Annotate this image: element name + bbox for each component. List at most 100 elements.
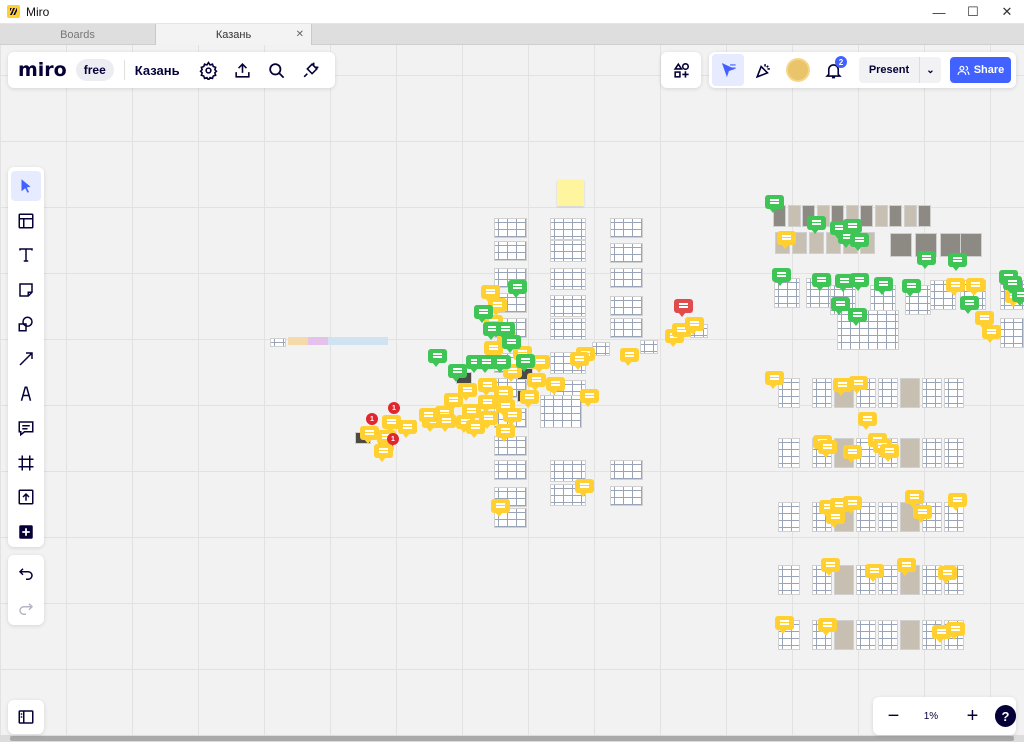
comment-pin[interactable] xyxy=(975,311,994,329)
comment-pin[interactable] xyxy=(821,558,840,576)
horizontal-scrollbar[interactable] xyxy=(0,735,1024,742)
floor-plan-thumbnail[interactable] xyxy=(540,395,582,428)
photo-thumbnail[interactable] xyxy=(903,205,917,227)
floor-plan-thumbnail[interactable] xyxy=(494,436,527,456)
floor-plan-thumbnail[interactable] xyxy=(610,486,643,506)
elevation-thumbnail[interactable] xyxy=(778,502,800,532)
comment-pin-resolved[interactable] xyxy=(492,355,511,373)
share-button[interactable]: Share xyxy=(950,57,1011,83)
elevation-thumbnail[interactable] xyxy=(944,378,964,408)
comment-pin-resolved[interactable] xyxy=(516,354,535,372)
comment-pin[interactable] xyxy=(946,278,965,296)
board-name[interactable]: Казань xyxy=(135,63,180,78)
celebrate-icon[interactable] xyxy=(747,54,779,86)
sticky-note-tool[interactable] xyxy=(11,275,41,305)
elevation-thumbnail[interactable] xyxy=(878,620,898,650)
comment-pin[interactable] xyxy=(818,440,837,458)
comment-pin-resolved[interactable] xyxy=(831,297,850,315)
upload-tool[interactable] xyxy=(11,482,41,512)
photo-thumbnail[interactable] xyxy=(890,233,912,257)
comment-pin[interactable] xyxy=(880,444,899,462)
comment-pin[interactable] xyxy=(520,390,539,408)
zoom-out-button[interactable]: − xyxy=(879,701,908,731)
comment-pin-resolved[interactable] xyxy=(502,335,521,353)
floor-plan-thumbnail[interactable] xyxy=(610,268,643,288)
photo-thumbnail[interactable] xyxy=(874,205,888,227)
comment-pin[interactable] xyxy=(913,505,932,523)
comment-pin-resolved[interactable] xyxy=(874,277,893,295)
more-apps-tool[interactable] xyxy=(11,517,41,547)
comment-pin-alert[interactable] xyxy=(674,299,693,317)
floor-plan-thumbnail[interactable] xyxy=(550,218,586,240)
comment-pin[interactable] xyxy=(826,510,845,528)
comment-pin-resolved[interactable] xyxy=(948,253,967,271)
comment-pin[interactable] xyxy=(546,377,565,395)
comment-pin[interactable] xyxy=(491,499,510,517)
avatar[interactable] xyxy=(782,54,814,86)
plan-badge[interactable]: free xyxy=(75,59,114,81)
cursor-filter-icon[interactable] xyxy=(712,54,744,86)
plugin-icon[interactable] xyxy=(294,53,328,87)
tab-kazan[interactable]: Казань ✕ xyxy=(156,24,312,45)
present-button[interactable]: Present ⌄ xyxy=(859,57,941,83)
comment-pin[interactable] xyxy=(484,341,503,359)
comment-pin-resolved[interactable] xyxy=(848,308,867,326)
comment-pin[interactable] xyxy=(818,618,837,636)
comment-pin-resolved[interactable] xyxy=(812,273,831,291)
floor-plan-thumbnail[interactable] xyxy=(610,243,643,263)
search-icon[interactable] xyxy=(260,53,294,87)
unread-comment-badge[interactable]: 1 xyxy=(366,413,378,425)
minimap-toggle[interactable] xyxy=(8,700,44,734)
floor-plan-thumbnail[interactable] xyxy=(640,340,658,354)
comment-pin-resolved[interactable] xyxy=(765,195,784,213)
comment-pin-resolved[interactable] xyxy=(850,273,869,291)
undo-icon[interactable] xyxy=(11,559,41,589)
floor-plan-thumbnail[interactable] xyxy=(1000,318,1024,348)
comment-pin[interactable] xyxy=(419,408,438,426)
comment-pin-resolved[interactable] xyxy=(474,305,493,323)
elevation-thumbnail[interactable] xyxy=(944,438,964,468)
comment-pin[interactable] xyxy=(765,371,784,389)
floor-plan-thumbnail[interactable] xyxy=(610,218,643,238)
pen-tool[interactable] xyxy=(11,379,41,409)
elevation-thumbnail[interactable] xyxy=(922,438,942,468)
floor-plan-thumbnail[interactable] xyxy=(494,241,527,261)
comment-pin[interactable] xyxy=(897,558,916,576)
comment-pin[interactable] xyxy=(466,420,485,438)
board-canvas[interactable]: 111 xyxy=(0,45,1024,735)
sticky-note[interactable] xyxy=(557,180,584,206)
elevation-thumbnail[interactable] xyxy=(900,620,920,650)
bell-icon[interactable]: 2 xyxy=(817,54,849,86)
comment-pin-resolved[interactable] xyxy=(917,251,936,269)
elevation-thumbnail[interactable] xyxy=(812,378,832,408)
comment-pin[interactable] xyxy=(382,415,401,433)
comment-pin-resolved[interactable] xyxy=(428,349,447,367)
comment-pin-resolved[interactable] xyxy=(1012,288,1024,306)
elevation-thumbnail[interactable] xyxy=(878,502,898,532)
redo-icon[interactable] xyxy=(11,594,41,624)
elevation-thumbnail[interactable] xyxy=(878,378,898,408)
floor-plan-thumbnail[interactable] xyxy=(494,218,527,238)
zoom-level[interactable]: 1% xyxy=(910,711,952,722)
shapes-tool[interactable] xyxy=(11,309,41,339)
templates-tool[interactable] xyxy=(11,206,41,236)
close-tab-icon[interactable]: ✕ xyxy=(296,29,304,40)
comment-pin[interactable] xyxy=(843,445,862,463)
floor-plan-thumbnail[interactable] xyxy=(494,460,527,480)
comment-pin-resolved[interactable] xyxy=(496,322,515,340)
elevation-thumbnail[interactable] xyxy=(778,438,800,468)
floor-plan-thumbnail[interactable] xyxy=(610,296,643,316)
photo-thumbnail[interactable] xyxy=(889,205,902,227)
comment-pin[interactable] xyxy=(580,389,599,407)
photo-thumbnail[interactable] xyxy=(918,205,931,227)
help-button[interactable]: ? xyxy=(994,705,1016,727)
comment-tool[interactable] xyxy=(11,413,41,443)
comment-pin[interactable] xyxy=(527,373,546,391)
floor-plan-thumbnail[interactable] xyxy=(550,318,586,340)
comment-pin[interactable] xyxy=(938,566,957,584)
elevation-thumbnail[interactable] xyxy=(856,620,876,650)
comment-pin[interactable] xyxy=(503,408,522,426)
comment-pin[interactable] xyxy=(570,352,589,370)
comment-pin[interactable] xyxy=(496,424,515,442)
comment-pin[interactable] xyxy=(905,490,924,508)
